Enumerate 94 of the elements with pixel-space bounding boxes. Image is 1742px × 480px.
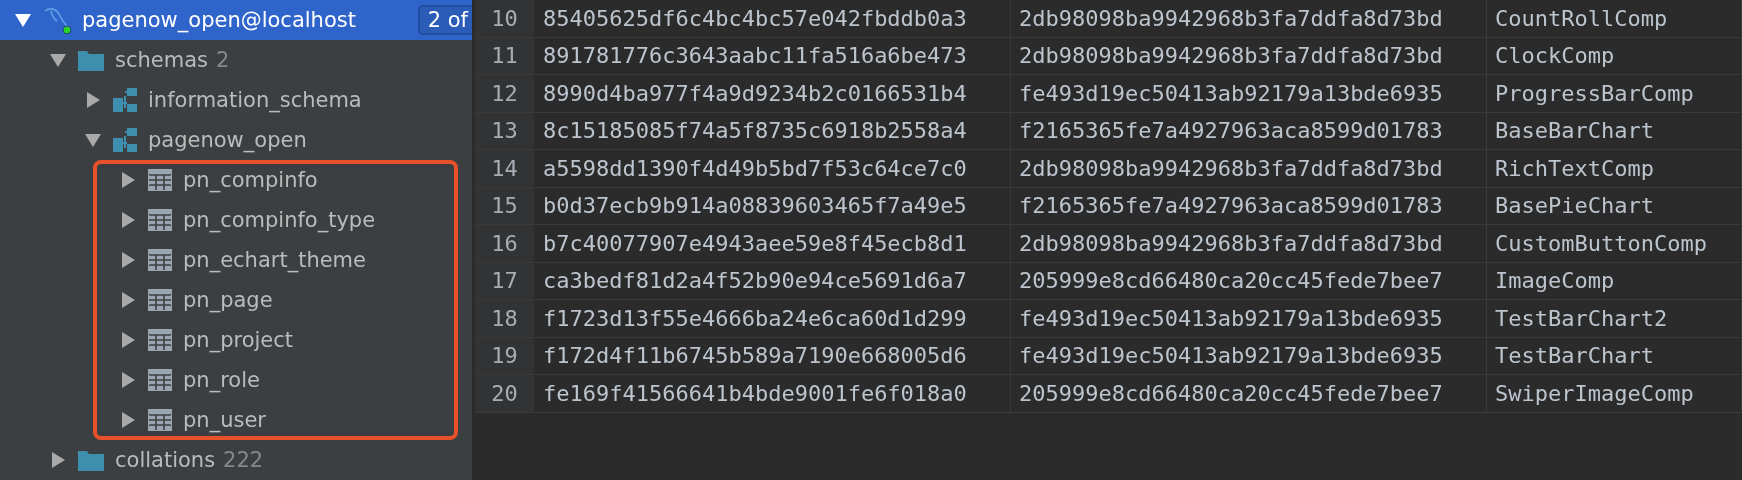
row-number: 12 (475, 75, 535, 113)
table-icon (147, 208, 173, 232)
table-cell: TestBarChart (1487, 337, 1742, 375)
table-icon (147, 288, 173, 312)
table-icon (147, 328, 173, 352)
tree-item[interactable]: pn_page (93, 280, 458, 320)
tree-item[interactable]: collations 222 (0, 440, 472, 480)
row-number: 11 (475, 37, 535, 75)
table-cell: TestBarChart2 (1487, 300, 1742, 338)
table-cell: BasePieChart (1487, 187, 1742, 225)
node-label: pn_page (183, 288, 273, 312)
node-label: pn_compinfo_type (183, 208, 376, 232)
collapse-arrow-icon[interactable] (14, 11, 32, 29)
table-cell: 205999e8cd66480ca20cc45fede7bee7 (1011, 375, 1487, 413)
table-cell: fe493d19ec50413ab92179a13bde6935 (1011, 300, 1487, 338)
expand-arrow-icon[interactable] (119, 291, 137, 309)
collapse-arrow-icon[interactable] (84, 131, 102, 149)
table-cell: f1723d13f55e4666ba24e6ca60d1d299 (535, 300, 1011, 338)
tree-item[interactable]: pn_user (93, 400, 458, 440)
tree-item[interactable]: pn_echart_theme (93, 240, 458, 280)
schema-icon (112, 127, 138, 153)
table-cell: fe493d19ec50413ab92179a13bde6935 (1011, 75, 1487, 113)
table-cell: 891781776c3643aabc11fa516a6be473 (535, 37, 1011, 75)
row-number: 14 (475, 150, 535, 188)
table-cell: f172d4f11b6745b589a7190e668005d6 (535, 337, 1011, 375)
table-cell: RichTextComp (1487, 150, 1742, 188)
table-icon (147, 248, 173, 272)
table-cell: SwiperImageComp (1487, 375, 1742, 413)
row-number: 15 (475, 187, 535, 225)
row-number: 18 (475, 300, 535, 338)
schema-icon (112, 87, 138, 113)
table-cell: 8c15185085f74a5f8735c6918b2558a4 (535, 112, 1011, 150)
node-label: collations (115, 448, 216, 472)
tree-item[interactable]: pn_compinfo_type (93, 200, 458, 240)
item-count: 222 (223, 448, 264, 472)
tree-item[interactable]: pn_compinfo (93, 160, 458, 200)
tree-item[interactable]: schemas 2 (0, 40, 472, 80)
row-number: 16 (475, 225, 535, 263)
row-number: 17 (475, 262, 535, 300)
table-cell: b0d37ecb9b914a08839603465f7a49e5 (535, 187, 1011, 225)
table-cell: a5598dd1390f4d49b5bd7f53c64ce7c0 (535, 150, 1011, 188)
row-number: 13 (475, 112, 535, 150)
table-cell: ClockComp (1487, 37, 1742, 75)
table-cell: fe493d19ec50413ab92179a13bde6935 (1011, 337, 1487, 375)
expand-arrow-icon[interactable] (119, 371, 137, 389)
tree-item[interactable]: pagenow_open@localhost 2 of (0, 0, 472, 40)
expand-arrow-icon[interactable] (119, 171, 137, 189)
expand-arrow-icon[interactable] (119, 331, 137, 349)
node-label: pagenow_open@localhost (82, 8, 356, 32)
table-cell: b7c40077907e4943aee59e8f45ecb8d1 (535, 225, 1011, 263)
expand-arrow-icon[interactable] (119, 411, 137, 429)
table-icon (147, 168, 173, 192)
table-cell: 2db98098ba9942968b3fa7ddfa8d73bd (1011, 150, 1487, 188)
node-label: pn_role (183, 368, 260, 392)
expand-arrow-icon[interactable] (119, 251, 137, 269)
table-cell: ProgressBarComp (1487, 75, 1742, 113)
node-label: pn_project (183, 328, 294, 352)
table-cell: 2db98098ba9942968b3fa7ddfa8d73bd (1011, 225, 1487, 263)
table-cell: CountRollComp (1487, 0, 1742, 38)
row-number: 10 (475, 0, 535, 38)
folder-icon (77, 448, 105, 472)
row-number: 20 (475, 375, 535, 413)
table-cell: fe169f41566641b4bde9001fe6f018a0 (535, 375, 1011, 413)
item-count: 2 (216, 48, 230, 72)
table-cell: 2db98098ba9942968b3fa7ddfa8d73bd (1011, 37, 1487, 75)
table-cell: 2db98098ba9942968b3fa7ddfa8d73bd (1011, 0, 1487, 38)
node-label: pn_echart_theme (183, 248, 366, 272)
row-number: 19 (475, 337, 535, 375)
expand-arrow-icon[interactable] (119, 211, 137, 229)
tree-item[interactable]: information_schema (0, 80, 472, 120)
tree-item[interactable]: pn_role (93, 360, 458, 400)
tree-item[interactable]: pn_project (93, 320, 458, 360)
table-cell: 85405625df6c4bc4bc57e042fbddb0a3 (535, 0, 1011, 38)
table-cell: f2165365fe7a4927963aca8599d01783 (1011, 187, 1487, 225)
tree-item[interactable]: pagenow_open (0, 120, 472, 160)
table-cell: ca3bedf81d2a4f52b90e94ce5691d6a7 (535, 262, 1011, 300)
expand-arrow-icon[interactable] (49, 451, 67, 469)
node-label: pn_compinfo (183, 168, 318, 192)
table-cell: CustomButtonComp (1487, 225, 1742, 263)
table-cell: 8990d4ba977f4a9d9234b2c0166531b4 (535, 75, 1011, 113)
node-label: schemas (115, 48, 208, 72)
table-cell: f2165365fe7a4927963aca8599d01783 (1011, 112, 1487, 150)
collapse-arrow-icon[interactable] (49, 51, 67, 69)
table-cell: 205999e8cd66480ca20cc45fede7bee7 (1011, 262, 1487, 300)
table-icon (147, 408, 173, 432)
table-icon (147, 368, 173, 392)
node-label: information_schema (148, 88, 362, 112)
folder-icon (77, 48, 105, 72)
node-label: pagenow_open (148, 128, 307, 152)
node-label: pn_user (183, 408, 266, 432)
match-counter: 2 of (417, 5, 472, 35)
table-cell: ImageComp (1487, 262, 1742, 300)
table-cell: BaseBarChart (1487, 112, 1742, 150)
expand-arrow-icon[interactable] (84, 91, 102, 109)
